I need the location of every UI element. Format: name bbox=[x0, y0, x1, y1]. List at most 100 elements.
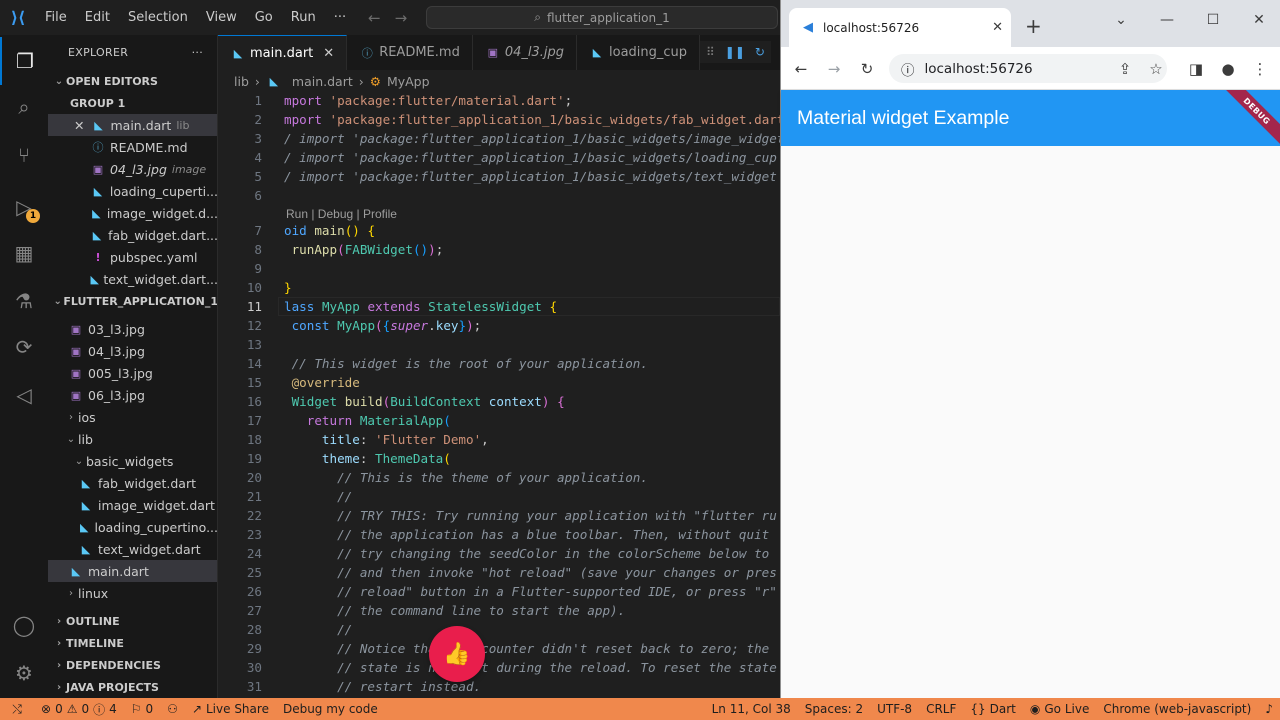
ports-indicator[interactable]: ⚐ 0 bbox=[124, 702, 160, 716]
java-projects-section[interactable]: › JAVA PROJECTS bbox=[48, 676, 217, 698]
timeline-section[interactable]: › TIMELINE bbox=[48, 632, 217, 654]
tree-file-005[interactable]: ▣ 005_l3.jpg bbox=[48, 362, 217, 384]
close-icon[interactable]: ✕ bbox=[74, 118, 84, 133]
drag-handle-icon[interactable]: ⠿ bbox=[706, 45, 715, 59]
open-editor-readme[interactable]: ⓘ README.md bbox=[48, 136, 217, 158]
restart-icon[interactable]: ↻ bbox=[755, 45, 765, 59]
flutter-device[interactable]: Chrome (web-javascript) bbox=[1096, 702, 1258, 716]
profile-avatar-icon[interactable]: ● bbox=[1216, 57, 1240, 81]
breadcrumb-folder[interactable]: lib bbox=[234, 74, 249, 89]
menu-selection[interactable]: Selection bbox=[119, 0, 197, 35]
line-number: 7 bbox=[254, 223, 262, 238]
more-actions-icon[interactable]: ··· bbox=[192, 46, 203, 59]
tree-file-04[interactable]: ▣ 04_l3.jpg bbox=[48, 340, 217, 362]
tab-image[interactable]: ▣ 04_l3.jpg bbox=[473, 35, 578, 70]
debug-my-code-button[interactable]: Debug my code bbox=[276, 702, 385, 716]
open-editors-section[interactable]: ⌄ OPEN EDITORS bbox=[48, 70, 217, 92]
tree-file-main[interactable]: ◣ main.dart bbox=[48, 560, 217, 582]
code-token: MaterialApp bbox=[359, 413, 444, 428]
floating-action-button[interactable]: 👍 bbox=[429, 626, 485, 682]
menu-edit[interactable]: Edit bbox=[76, 0, 119, 35]
extensions-icon[interactable]: ▦ bbox=[0, 229, 48, 277]
close-icon[interactable]: ✕ bbox=[323, 46, 334, 61]
line-number: 18 bbox=[246, 432, 262, 447]
live-share-button[interactable]: ↗ Live Share bbox=[185, 702, 276, 716]
forward-arrow-icon[interactable]: → bbox=[395, 9, 408, 27]
tree-file-image-widget[interactable]: ◣ image_widget.dart bbox=[48, 494, 217, 516]
tree-folder-lib[interactable]: ⌄ lib bbox=[48, 428, 217, 450]
tree-file-text-widget[interactable]: ◣ text_widget.dart bbox=[48, 538, 217, 560]
close-window-icon[interactable]: ✕ bbox=[1236, 8, 1280, 32]
project-section[interactable]: ⌄ FLUTTER_APPLICATION_1 bbox=[48, 290, 218, 312]
indentation[interactable]: Spaces: 2 bbox=[798, 702, 870, 716]
flutter-icon[interactable]: ◁ bbox=[0, 371, 48, 419]
tab-readme[interactable]: ⓘ README.md bbox=[347, 35, 473, 70]
browser-tab[interactable]: ◀ localhost:56726 ✕ bbox=[789, 8, 1011, 47]
tree-folder-ios[interactable]: › ios bbox=[48, 406, 217, 428]
pause-icon[interactable]: ❚❚ bbox=[725, 45, 745, 59]
open-editor-image-widget[interactable]: ◣ image_widget.d... bbox=[48, 202, 217, 224]
menu-view[interactable]: View bbox=[197, 0, 246, 35]
bookmark-star-icon[interactable]: ☆ bbox=[1144, 57, 1168, 81]
open-editor-text-widget[interactable]: ◣ text_widget.dart... bbox=[48, 268, 217, 290]
search-icon[interactable]: ⌕ bbox=[0, 83, 48, 131]
accounts-icon[interactable]: ◯ bbox=[0, 601, 48, 649]
breadcrumb-symbol[interactable]: MyApp bbox=[387, 74, 430, 89]
menu-file[interactable]: File bbox=[36, 0, 76, 35]
menu-more[interactable]: ··· bbox=[325, 0, 355, 35]
minimize-icon[interactable]: — bbox=[1144, 8, 1190, 32]
explorer-header: EXPLORER ··· bbox=[48, 35, 217, 70]
run-debug-icon[interactable]: ▷ 1 bbox=[0, 183, 48, 231]
encoding[interactable]: UTF-8 bbox=[870, 702, 919, 716]
open-editor-main-dart[interactable]: ✕ ◣ main.dart lib bbox=[48, 114, 217, 136]
tree-folder-linux[interactable]: › linux bbox=[48, 582, 217, 604]
breadcrumb-file[interactable]: main.dart bbox=[292, 74, 353, 89]
cursor-position[interactable]: Ln 11, Col 38 bbox=[705, 702, 798, 716]
debug-launch-icon[interactable]: ⚇ bbox=[160, 702, 185, 716]
tree-file-03[interactable]: ▣ 03_l3.jpg bbox=[48, 318, 217, 340]
file-name: 04_l3.jpg bbox=[110, 161, 167, 177]
codelens-run-debug-profile[interactable]: Run | Debug | Profile bbox=[286, 207, 397, 221]
testing-icon[interactable]: ⚗ bbox=[0, 277, 48, 325]
tab-loading[interactable]: ◣ loading_cup bbox=[577, 35, 701, 70]
manage-gear-icon[interactable]: ⚙ bbox=[0, 649, 48, 697]
new-tab-plus-icon[interactable]: + bbox=[1025, 16, 1042, 36]
tree-file-06[interactable]: ▣ 06_l3.jpg bbox=[48, 384, 217, 406]
open-editor-fab-widget[interactable]: ◣ fab_widget.dart... bbox=[48, 224, 217, 246]
tab-main-dart[interactable]: ◣ main.dart ✕ bbox=[218, 35, 348, 70]
menu-run[interactable]: Run bbox=[282, 0, 325, 35]
maximize-icon[interactable]: ☐ bbox=[1190, 8, 1236, 32]
open-editor-image[interactable]: ▣ 04_l3.jpg image bbox=[48, 158, 217, 180]
dependencies-section[interactable]: › DEPENDENCIES bbox=[48, 654, 217, 676]
live-share-icon[interactable]: ⟳ bbox=[0, 323, 48, 371]
back-icon[interactable]: ← bbox=[789, 57, 813, 81]
dart-file-icon: ◣ bbox=[71, 564, 81, 578]
open-editor-loading[interactable]: ◣ loading_cuperti... bbox=[48, 180, 217, 202]
tree-file-fab-widget[interactable]: ◣ fab_widget.dart bbox=[48, 472, 217, 494]
tree-folder-basic-widgets[interactable]: ⌄ basic_widgets bbox=[48, 450, 217, 472]
browser-toolbar: ← → ↻ ⓘ localhost:56726 ⇪ ☆ ◨ ● ⋮ bbox=[781, 47, 1280, 90]
explorer-icon[interactable]: ❐ bbox=[0, 37, 48, 85]
close-tab-icon[interactable]: ✕ bbox=[992, 20, 1003, 35]
code-editor[interactable]: 1 2 3 4 5 6 7 8 9 10 11 12 13 14 15 16 1… bbox=[218, 92, 780, 698]
forward-icon[interactable]: → bbox=[822, 57, 846, 81]
line-ending[interactable]: CRLF bbox=[919, 702, 963, 716]
problems-indicator[interactable]: ⊗ 0 ⚠ 0 ⓘ 4 bbox=[34, 701, 124, 718]
tab-search-chevron-icon[interactable]: ⌄ bbox=[1098, 8, 1144, 32]
outline-section[interactable]: › OUTLINE bbox=[48, 610, 217, 632]
language-mode[interactable]: {} Dart bbox=[963, 702, 1023, 716]
notifications-bell-icon[interactable]: ♪ bbox=[1258, 702, 1280, 716]
reload-icon[interactable]: ↻ bbox=[855, 57, 879, 81]
menu-go[interactable]: Go bbox=[246, 0, 282, 35]
source-control-icon[interactable]: ⑂ bbox=[0, 131, 48, 179]
command-center[interactable]: ⌕ flutter_application_1 bbox=[426, 6, 778, 29]
back-arrow-icon[interactable]: ← bbox=[368, 9, 381, 27]
share-icon[interactable]: ⇪ bbox=[1113, 57, 1137, 81]
tree-file-loading[interactable]: ◣ loading_cupertino... bbox=[48, 516, 217, 538]
browser-menu-icon[interactable]: ⋮ bbox=[1248, 57, 1272, 81]
site-info-icon[interactable]: ⓘ bbox=[901, 59, 915, 79]
go-live-button[interactable]: ◉ Go Live bbox=[1023, 702, 1096, 716]
side-panel-icon[interactable]: ◨ bbox=[1184, 57, 1208, 81]
open-editor-pubspec[interactable]: ! pubspec.yaml bbox=[48, 246, 217, 268]
remote-icon[interactable]: ⤭ bbox=[0, 698, 34, 720]
